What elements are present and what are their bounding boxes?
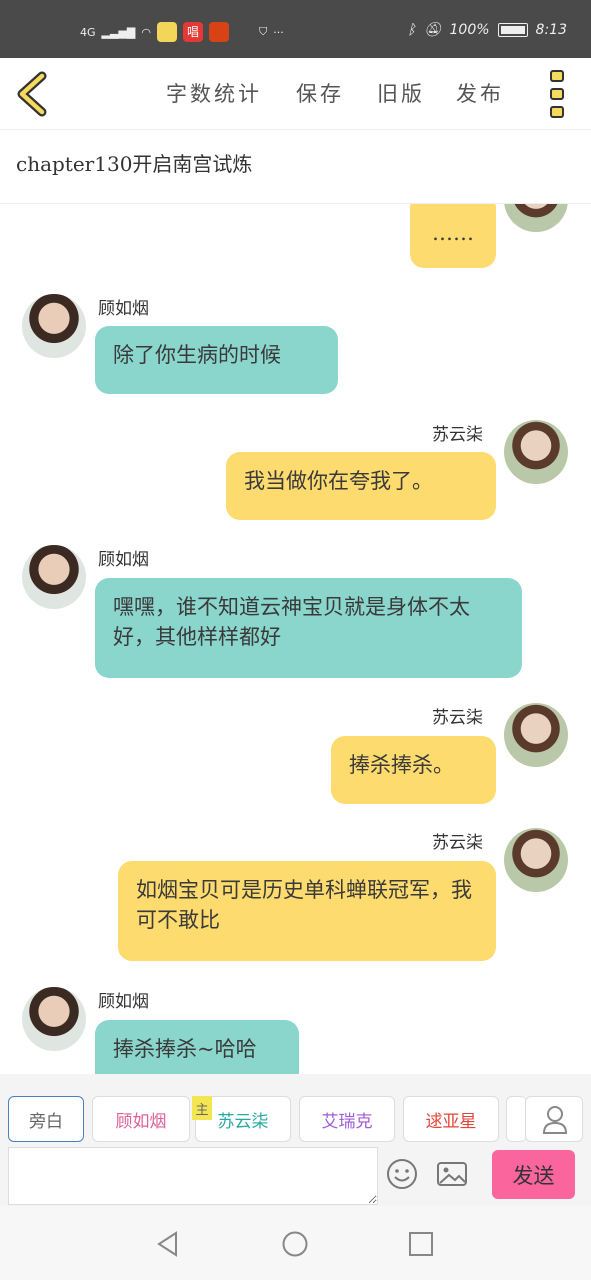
message-input[interactable] bbox=[8, 1147, 378, 1205]
old-version-button[interactable]: 旧版 bbox=[377, 78, 425, 108]
avatar-su-yunqi[interactable] bbox=[504, 828, 568, 892]
emoji-icon[interactable] bbox=[384, 1156, 420, 1192]
image-icon[interactable] bbox=[434, 1156, 470, 1192]
character-chip-eric[interactable]: 艾瑞克 bbox=[299, 1096, 395, 1142]
avatar-su-yunqi[interactable] bbox=[504, 420, 568, 484]
mute-bell-icon: 🔕︎ bbox=[423, 22, 442, 38]
character-label: 艾瑞克 bbox=[321, 1111, 373, 1132]
avatar-su-yunqi[interactable] bbox=[504, 204, 568, 232]
input-row: 发送 bbox=[0, 1144, 591, 1206]
wifi-icon: ◠ bbox=[141, 25, 151, 39]
bluetooth-icon: ᛒ bbox=[407, 22, 416, 38]
chat-area[interactable]: …… 顾如烟 除了你生病的时候 苏云柒 我当做你在夸我了。 顾如烟 嘿嘿，谁不知… bbox=[0, 204, 591, 1074]
battery-percent: 100% bbox=[449, 22, 490, 38]
avatar-su-yunqi[interactable] bbox=[504, 703, 568, 767]
status-bar: 4G ▂▃▅▇ ◠ 唱 ⛉ ··· ᛒ 🔕︎ 100% 8:13 bbox=[0, 0, 591, 58]
character-chip-gu-ruyan[interactable]: 顾如烟 bbox=[92, 1096, 190, 1142]
publish-button[interactable]: 发布 bbox=[456, 78, 504, 108]
character-label: 旁白 bbox=[29, 1111, 63, 1132]
character-chip-qiu-yaxing[interactable]: 逑亚星 bbox=[403, 1096, 499, 1142]
chat-bubble[interactable]: 除了你生病的时候 bbox=[95, 326, 338, 394]
word-count-button[interactable]: 字数统计 bbox=[166, 78, 262, 108]
sender-name: 顾如烟 bbox=[98, 299, 149, 319]
character-chip-narration[interactable]: 旁白 bbox=[8, 1096, 84, 1142]
chat-bubble[interactable]: 捧杀捧杀~哈哈 bbox=[95, 1020, 299, 1074]
avatar-gu-ruyan[interactable] bbox=[22, 294, 86, 358]
editor-toolbar: 字数统计 保存 旧版 发布 bbox=[0, 58, 591, 130]
person-icon[interactable] bbox=[525, 1096, 583, 1142]
chat-bubble[interactable]: …… bbox=[410, 204, 496, 268]
app-notification-icon bbox=[156, 22, 177, 42]
sender-name: 苏云柒 bbox=[432, 708, 483, 728]
character-label: 苏云柒 bbox=[217, 1111, 269, 1132]
clock: 8:13 bbox=[535, 22, 567, 38]
back-triangle-icon[interactable] bbox=[154, 1230, 182, 1258]
battery-icon bbox=[497, 23, 528, 37]
character-chip-partial[interactable] bbox=[506, 1096, 526, 1142]
signal-icon: ▂▃▅▇ bbox=[101, 25, 136, 39]
avatar-gu-ruyan[interactable] bbox=[22, 987, 86, 1051]
system-nav-bar bbox=[0, 1206, 591, 1280]
shield-icon: ⛉ bbox=[258, 25, 268, 38]
chat-bubble[interactable]: 如烟宝贝可是历史单科蝉联冠军，我可不敢比 bbox=[118, 861, 496, 961]
sing-app-icon: 唱 bbox=[182, 22, 203, 42]
sender-name: 苏云柒 bbox=[432, 833, 483, 853]
avatar-gu-ruyan[interactable] bbox=[22, 545, 86, 609]
character-selector: 旁白 顾如烟 苏云柒 主 艾瑞克 逑亚星 bbox=[0, 1074, 591, 1144]
sender-name: 顾如烟 bbox=[98, 550, 149, 570]
chat-bubble[interactable]: 捧杀捧杀。 bbox=[331, 736, 496, 804]
recents-square-icon[interactable] bbox=[407, 1230, 435, 1258]
character-label: 顾如烟 bbox=[115, 1111, 167, 1132]
save-button[interactable]: 保存 bbox=[296, 78, 344, 108]
sender-name: 顾如烟 bbox=[98, 992, 149, 1012]
chat-bubble[interactable]: 我当做你在夸我了。 bbox=[226, 452, 496, 520]
chat-bubble[interactable]: 嘿嘿，谁不知道云神宝贝就是身体不太好，其他样样都好 bbox=[95, 578, 522, 678]
back-chevron-icon[interactable] bbox=[14, 70, 54, 118]
calendar-app-icon bbox=[208, 22, 229, 42]
chapter-title[interactable]: chapter130开启南宫试炼 bbox=[16, 148, 252, 177]
more-dots-icon: ··· bbox=[273, 25, 284, 39]
character-label: 逑亚星 bbox=[425, 1111, 477, 1132]
main-character-tag: 主 bbox=[192, 1096, 212, 1120]
more-menu-icon[interactable] bbox=[550, 70, 566, 118]
network-label: 4G bbox=[80, 25, 96, 39]
send-button[interactable]: 发送 bbox=[492, 1150, 575, 1199]
sender-name: 苏云柒 bbox=[432, 425, 483, 445]
home-circle-icon[interactable] bbox=[281, 1230, 309, 1258]
